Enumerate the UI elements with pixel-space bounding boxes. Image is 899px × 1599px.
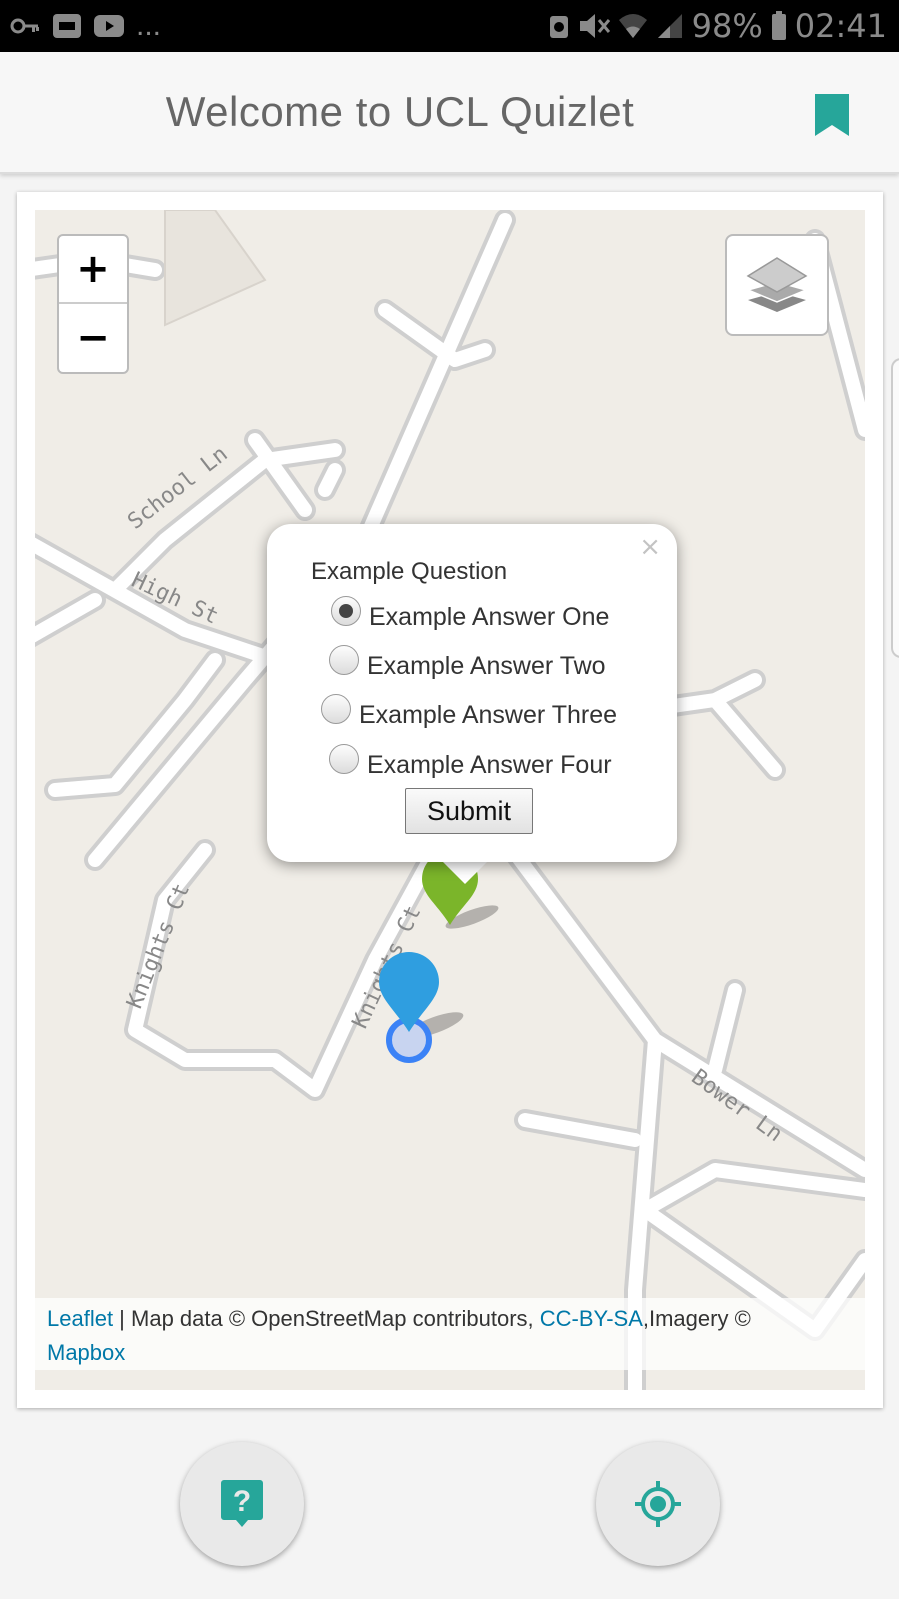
alarm-icon	[549, 16, 568, 38]
user-location-marker[interactable]	[365, 950, 475, 1070]
app-bar: Welcome to UCL Quizlet	[0, 52, 899, 174]
bookmark-icon	[815, 94, 849, 136]
notification-icons: ...	[10, 9, 162, 42]
popup-close-button[interactable]: ×	[639, 532, 661, 562]
mapbox-link[interactable]: Mapbox	[47, 1340, 125, 1365]
help-button[interactable]: ?	[180, 1442, 304, 1566]
answer-option-1[interactable]: Example Answer One	[331, 596, 610, 632]
question-text: Example Question	[311, 558, 508, 585]
answer-label-2: Example Answer Two	[367, 651, 606, 680]
signal-icon	[657, 14, 682, 38]
answer-radio-4[interactable]	[329, 744, 359, 774]
answer-option-3[interactable]: Example Answer Three	[321, 694, 617, 730]
app-title: Welcome to UCL Quizlet	[165, 88, 635, 135]
locate-button[interactable]	[596, 1442, 720, 1566]
more-notifications: ...	[136, 9, 162, 42]
help-icon: ?	[221, 1480, 263, 1527]
battery-icon	[771, 11, 786, 40]
answer-radio-2[interactable]	[329, 645, 359, 675]
map-attribution: Leaflet | Map data © OpenStreetMap contr…	[35, 1298, 865, 1370]
question-popup: × Example Question Example Answer One Ex…	[267, 524, 677, 862]
svg-text:?: ?	[233, 1485, 251, 1518]
system-icons: 98% 02:41	[548, 7, 887, 45]
answer-radio-3[interactable]	[321, 694, 351, 724]
answer-option-2[interactable]: Example Answer Two	[329, 645, 606, 681]
battery-percent: 98%	[691, 7, 763, 45]
map[interactable]: School Ln High St Knights Ct Knights Ct …	[35, 210, 865, 1390]
submit-button[interactable]: Submit	[405, 788, 533, 834]
answer-radio-1[interactable]	[331, 596, 361, 626]
answer-option-4[interactable]: Example Answer Four	[329, 744, 612, 780]
wifi-icon	[618, 14, 647, 38]
map-card: School Ln High St Knights Ct Knights Ct …	[17, 192, 883, 1408]
answer-label-4: Example Answer Four	[367, 750, 612, 779]
side-panel-edge[interactable]	[891, 358, 899, 658]
zoom-in-button[interactable]: +	[59, 236, 127, 304]
clock: 02:41	[794, 7, 887, 45]
status-bar: ... 98% 02:41	[0, 0, 899, 52]
license-link[interactable]: CC-BY-SA	[540, 1306, 643, 1331]
imagery-text: ,Imagery ©	[642, 1306, 751, 1331]
screen-icon	[53, 14, 81, 38]
zoom-out-button[interactable]: −	[59, 304, 127, 372]
youtube-icon	[94, 15, 124, 37]
layers-icon	[746, 257, 808, 312]
answer-label-3: Example Answer Three	[359, 700, 617, 729]
mute-icon	[579, 14, 610, 38]
layers-button[interactable]	[725, 234, 829, 336]
bookmark-button[interactable]	[815, 94, 849, 136]
zoom-control: + −	[57, 234, 129, 374]
answer-label-1: Example Answer One	[369, 602, 610, 631]
crosshair-icon	[635, 1481, 681, 1527]
attribution-text: | Map data © OpenStreetMap contributors,	[113, 1306, 540, 1331]
key-icon	[10, 18, 39, 34]
leaflet-link[interactable]: Leaflet	[47, 1306, 113, 1331]
